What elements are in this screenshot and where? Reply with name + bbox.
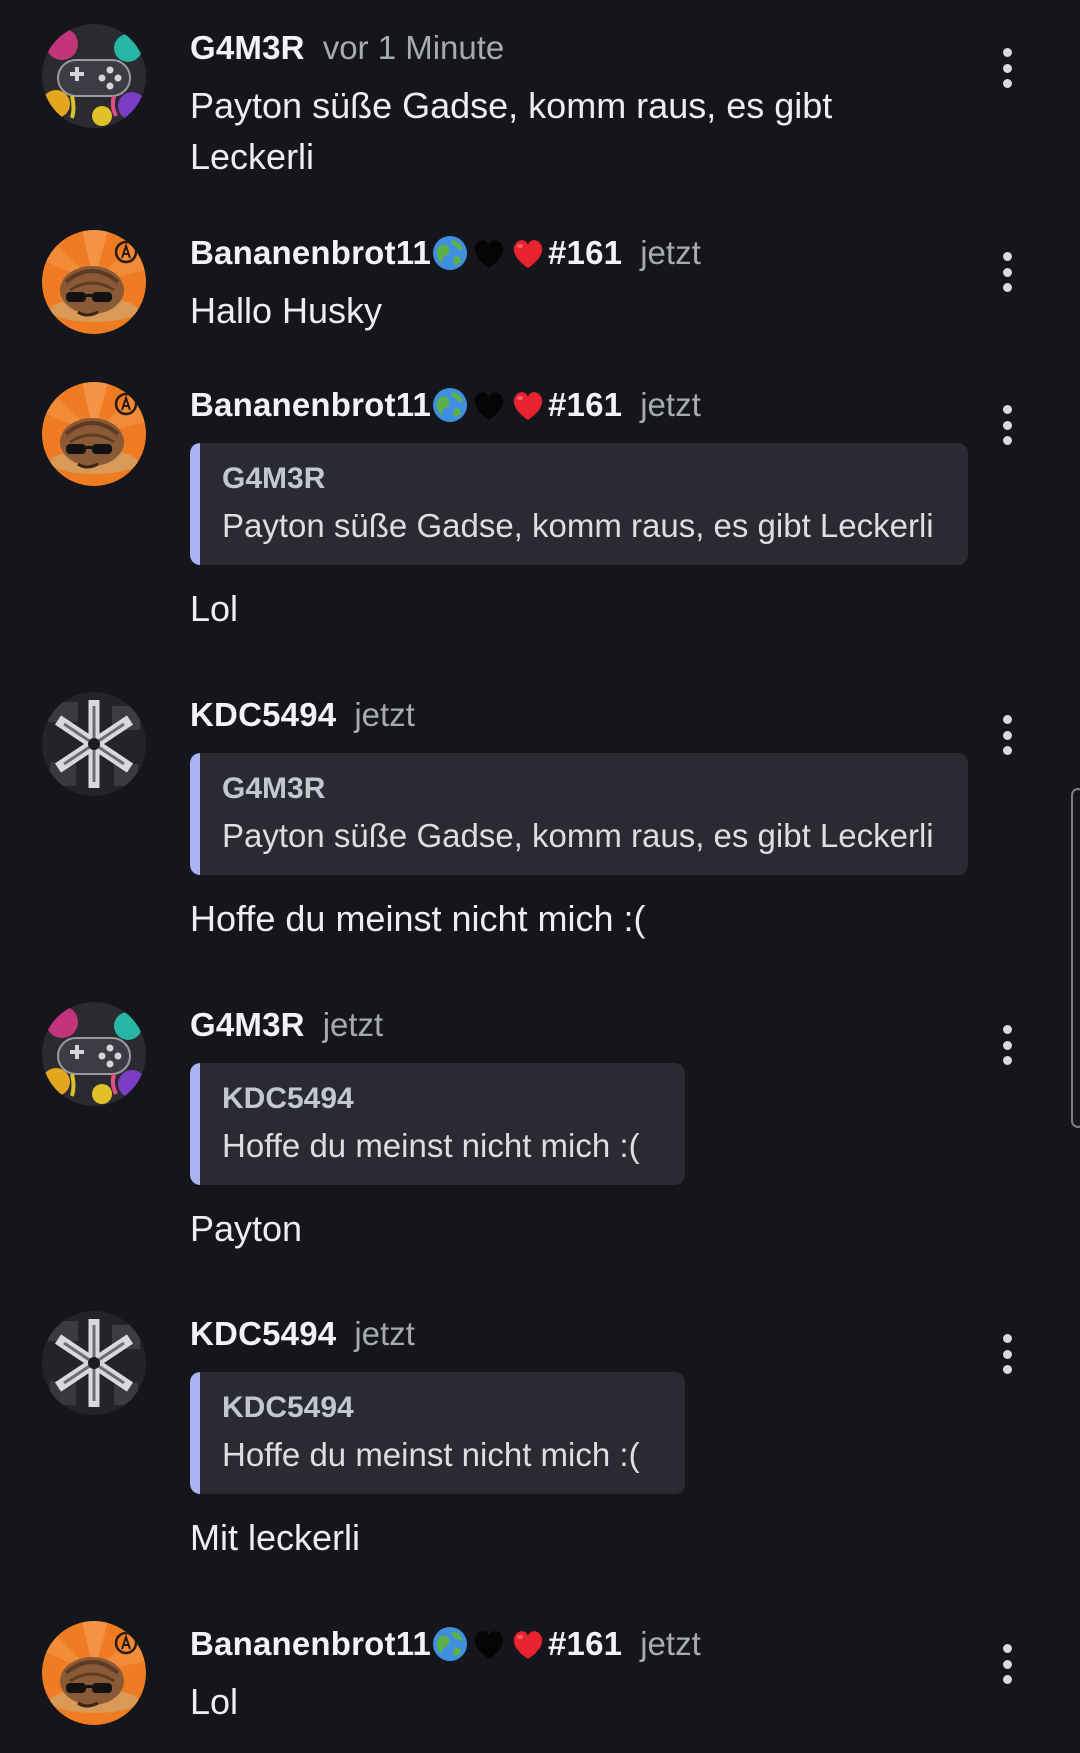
sloth-sunglasses-avatar[interactable] bbox=[42, 382, 146, 486]
username[interactable]: Bananenbrot11 bbox=[190, 1625, 431, 1662]
timestamp: jetzt bbox=[640, 234, 701, 271]
quote-text: Hoffe du meinst nicht mich :( bbox=[222, 1127, 640, 1164]
message-text: Payton süße Gadse, komm raus, es gibt Le… bbox=[190, 85, 833, 177]
star-collage-avatar[interactable] bbox=[42, 1311, 146, 1415]
username[interactable]: KDC5494 bbox=[190, 696, 336, 733]
scrollbar[interactable] bbox=[1071, 788, 1080, 1128]
message-text: Payton bbox=[190, 1208, 303, 1249]
globe-emoji-icon bbox=[431, 1625, 469, 1663]
message-header: Bananenbrot11 #161 jetzt bbox=[190, 385, 970, 425]
timestamp: jetzt bbox=[640, 386, 701, 423]
more-options-icon[interactable] bbox=[992, 252, 1022, 292]
more-options-icon[interactable] bbox=[992, 715, 1022, 755]
more-options-icon[interactable] bbox=[992, 48, 1022, 88]
message-text: Lol bbox=[190, 588, 239, 629]
message-text: Hallo Husky bbox=[190, 290, 383, 331]
message-header: G4M3R jetzt bbox=[190, 1005, 970, 1045]
globe-emoji-icon bbox=[431, 386, 469, 424]
quote-author: G4M3R bbox=[222, 772, 326, 805]
message-header: KDC5494 jetzt bbox=[190, 1314, 970, 1354]
reply-quote[interactable]: KDC5494 Hoffe du meinst nicht mich :( bbox=[190, 1372, 685, 1494]
reply-quote[interactable]: KDC5494 Hoffe du meinst nicht mich :( bbox=[190, 1063, 685, 1185]
username[interactable]: G4M3R bbox=[190, 29, 305, 66]
black-heart-emoji-icon bbox=[470, 386, 508, 424]
timestamp: jetzt bbox=[640, 1625, 701, 1662]
username[interactable]: KDC5494 bbox=[190, 1315, 336, 1352]
more-options-icon[interactable] bbox=[992, 1644, 1022, 1684]
controller-avatar[interactable] bbox=[42, 1002, 146, 1106]
message-text: Hoffe du meinst nicht mich :( bbox=[190, 898, 646, 939]
timestamp: vor 1 Minute bbox=[322, 29, 505, 66]
quote-text: Payton süße Gadse, komm raus, es gibt Le… bbox=[222, 817, 934, 854]
username-suffix[interactable]: #161 bbox=[548, 234, 622, 271]
message-header: Bananenbrot11 #161 jetzt bbox=[190, 1624, 970, 1664]
controller-avatar[interactable] bbox=[42, 24, 146, 128]
username[interactable]: Bananenbrot11 bbox=[190, 234, 431, 271]
black-heart-emoji-icon bbox=[470, 234, 508, 272]
sloth-sunglasses-avatar[interactable] bbox=[42, 1621, 146, 1725]
message-header: G4M3R vor 1 Minute bbox=[190, 28, 970, 68]
reply-quote[interactable]: G4M3R Payton süße Gadse, komm raus, es g… bbox=[190, 443, 968, 565]
timestamp: jetzt bbox=[322, 1006, 384, 1043]
reply-quote[interactable]: G4M3R Payton süße Gadse, komm raus, es g… bbox=[190, 753, 968, 875]
message-header: Bananenbrot11 #161 jetzt bbox=[190, 233, 970, 273]
timestamp: jetzt bbox=[354, 1315, 415, 1352]
message-text: Lol bbox=[190, 1681, 239, 1722]
more-options-icon[interactable] bbox=[992, 1025, 1022, 1065]
quote-author: KDC5494 bbox=[222, 1391, 354, 1424]
red-heart-emoji-icon bbox=[509, 1625, 547, 1663]
quote-author: G4M3R bbox=[222, 462, 326, 495]
username-suffix[interactable]: #161 bbox=[548, 386, 622, 423]
globe-emoji-icon bbox=[431, 234, 469, 272]
message-text: Mit leckerli bbox=[190, 1517, 361, 1558]
message-header: KDC5494 jetzt bbox=[190, 695, 970, 735]
quote-author: KDC5494 bbox=[222, 1082, 354, 1115]
more-options-icon[interactable] bbox=[992, 1334, 1022, 1374]
sloth-sunglasses-avatar[interactable] bbox=[42, 230, 146, 334]
timestamp: jetzt bbox=[354, 696, 415, 733]
username[interactable]: Bananenbrot11 bbox=[190, 386, 431, 423]
black-heart-emoji-icon bbox=[470, 1625, 508, 1663]
username[interactable]: G4M3R bbox=[190, 1006, 305, 1043]
quote-text: Hoffe du meinst nicht mich :( bbox=[222, 1436, 640, 1473]
more-options-icon[interactable] bbox=[992, 405, 1022, 445]
username-suffix[interactable]: #161 bbox=[548, 1625, 622, 1662]
star-collage-avatar[interactable] bbox=[42, 692, 146, 796]
quote-text: Payton süße Gadse, komm raus, es gibt Le… bbox=[222, 507, 934, 544]
red-heart-emoji-icon bbox=[509, 234, 547, 272]
red-heart-emoji-icon bbox=[509, 386, 547, 424]
